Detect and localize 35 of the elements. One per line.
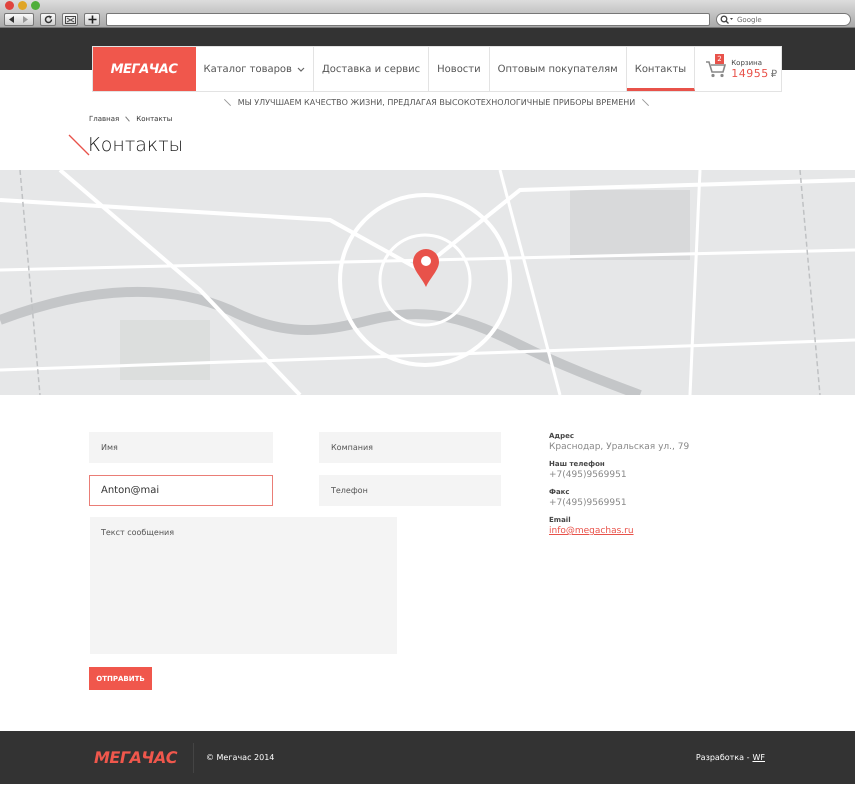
close-window-icon[interactable] (5, 1, 14, 10)
tagline-text: МЫ УЛУЧШАЕМ КАЧЕСТВО ЖИЗНИ, ПРЕДЛАГАЯ ВЫСОКОТЕХНОЛОГИЧНЫЕ ПРИБОРЫ ВРЕМЕНИ (238, 98, 636, 106)
new-tab-button[interactable] (84, 13, 100, 26)
input-field[interactable]: Anton@mai (89, 475, 273, 506)
bookmarks-button[interactable] (62, 13, 78, 26)
breadcrumb-separator-icon (125, 116, 130, 122)
nav-tab[interactable]: Новости (429, 47, 490, 91)
map-pin-icon (412, 248, 440, 288)
input-field[interactable]: Телефон (319, 475, 501, 506)
input-field[interactable]: Имя (89, 432, 273, 463)
title-slash-icon (68, 134, 90, 156)
copyright-text: © Мегачас 2014 (206, 753, 274, 762)
credit-text: Разработка - (696, 753, 750, 762)
reload-button[interactable] (40, 13, 56, 26)
contact-value: +7(495)9569951 (549, 470, 628, 480)
address-field[interactable] (106, 13, 710, 26)
nav-tab[interactable]: Оптовым покупателям (490, 47, 627, 91)
search-icon (720, 15, 734, 24)
nav-tab[interactable]: Каталог товаров (196, 47, 314, 91)
footer-logo[interactable]: МЕГАЧАС (94, 742, 194, 772)
reload-icon (44, 15, 52, 24)
bookmarks-icon (64, 16, 76, 24)
developer-link[interactable]: WF (752, 753, 765, 762)
cart-icon (705, 60, 728, 78)
plus-icon (88, 15, 96, 24)
page-title: Контакты (88, 134, 184, 156)
nav-tab[interactable]: Доставка и сервис (314, 47, 430, 91)
email-link[interactable]: info@megachas.ru (549, 526, 634, 536)
back-forward-button[interactable] (4, 13, 34, 26)
input-field[interactable]: Компания (319, 432, 501, 463)
message-field[interactable]: Текст сообщения (90, 517, 397, 654)
contact-value: Краснодар, Уральская ул., 79 (549, 442, 690, 452)
cart-total: 14955 ₽ (731, 66, 778, 80)
contact-value: +7(495)9569951 (549, 498, 628, 508)
nav-tab[interactable]: Контакты (626, 47, 696, 91)
